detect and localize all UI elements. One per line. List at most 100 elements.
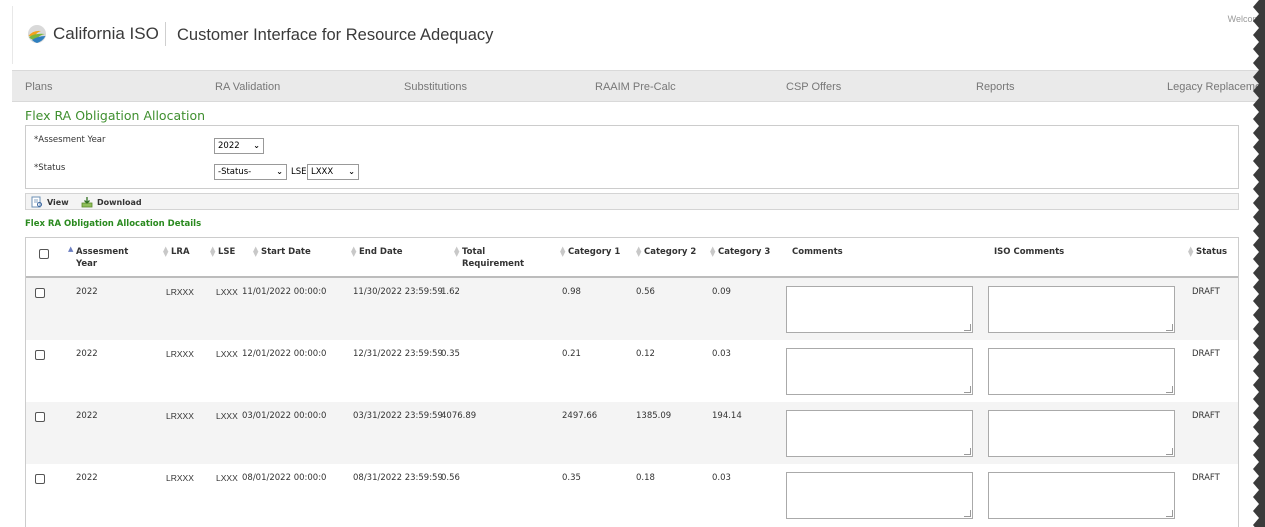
header-lra[interactable]: ▲ ▼ LRA <box>163 246 190 258</box>
header-comments: Comments <box>792 247 843 257</box>
header-text: Category 2 <box>644 247 697 257</box>
cell-start: 12/01/2022 00:00:0 <box>242 349 327 359</box>
header-total-requirement[interactable]: ▲ ▼ Total Requirement <box>454 246 524 270</box>
table-header: ▲ Assesment Year ▲ ▼ LRA ▲ ▼ LSE ▲ ▼ Start … <box>26 238 1238 278</box>
download-button[interactable]: Download <box>81 196 142 208</box>
cell-cat2: 0.18 <box>636 473 655 483</box>
lse-label: LSE <box>291 167 307 177</box>
header-divider <box>165 22 166 46</box>
view-button[interactable]: View <box>31 196 69 208</box>
cell-cat1: 0.98 <box>562 287 581 297</box>
nav-item-reports[interactable]: Reports <box>976 81 1015 93</box>
cell-end: 11/30/2022 23:59:59 <box>353 287 443 297</box>
cell-year: 2022 <box>76 411 98 421</box>
view-document-icon <box>31 196 42 208</box>
cell-cat1: 0.35 <box>562 473 581 483</box>
status-label: *Status <box>34 163 66 173</box>
cell-start: 08/01/2022 00:00:0 <box>242 473 327 483</box>
table-row: 2022 LRXXX LXXX 03/01/2022 00:00:0 03/31/202… <box>26 402 1238 464</box>
header-text: Start Date <box>261 247 311 257</box>
cell-cat3: 0.03 <box>712 473 731 483</box>
row-checkbox[interactable] <box>35 350 45 360</box>
header-category-3[interactable]: ▲ ▼ Category 3 <box>710 246 770 258</box>
cell-end: 12/31/2022 23:59:59 <box>353 349 443 359</box>
table-row: 2022 LRXXX LXXX 12/01/2022 00:00:0 12/31/202… <box>26 340 1238 402</box>
nav-item-substitutions[interactable]: Substitutions <box>404 81 467 93</box>
nav-item-ra-validation[interactable]: RA Validation <box>215 81 280 93</box>
cell-cat2: 0.12 <box>636 349 655 359</box>
header-category-2[interactable]: ▲ ▼ Category 2 <box>636 246 697 258</box>
logo-text: California ISO <box>53 24 159 43</box>
sort-icon: ▲ ▼ <box>560 245 566 258</box>
cell-start: 11/01/2022 00:00:0 <box>242 287 327 297</box>
header-text: Total <box>462 247 486 257</box>
sort-icon: ▲ ▼ <box>636 245 642 258</box>
iso-comments-textarea[interactable] <box>988 472 1175 519</box>
comments-textarea[interactable] <box>786 286 973 333</box>
header-lse[interactable]: ▲ ▼ LSE <box>210 246 236 258</box>
comments-textarea[interactable] <box>786 472 973 519</box>
row-checkbox[interactable] <box>35 412 45 422</box>
nav-item-plans[interactable]: Plans <box>25 81 53 93</box>
cell-lse: LXXX <box>216 287 238 297</box>
header-text: Year <box>76 259 98 269</box>
nav-item-csp-offers[interactable]: CSP Offers <box>786 81 841 93</box>
cell-start: 03/01/2022 00:00:0 <box>242 411 327 421</box>
sort-icon: ▲ ▼ <box>210 245 216 258</box>
cell-lra: LRXXX <box>166 411 194 421</box>
header-assesment-year[interactable]: ▲ Assesment Year <box>68 246 128 270</box>
cell-cat2: 0.56 <box>636 287 655 297</box>
cell-lse: LXXX <box>216 411 238 421</box>
section-title: Flex RA Obligation Allocation Details <box>25 219 202 229</box>
iso-comments-textarea[interactable] <box>988 410 1175 457</box>
cell-year: 2022 <box>76 287 98 297</box>
row-checkbox[interactable] <box>35 474 45 484</box>
app-title: Customer Interface for Resource Adequacy <box>177 26 494 44</box>
cell-cat2: 1385.09 <box>636 411 672 421</box>
header-text: LRA <box>171 247 190 257</box>
sort-asc-icon: ▲ <box>68 245 74 253</box>
header-end-date[interactable]: ▲ ▼ End Date <box>351 246 403 258</box>
comments-textarea[interactable] <box>786 348 973 395</box>
california-iso-logo-icon <box>28 25 46 43</box>
allocation-table: ▲ Assesment Year ▲ ▼ LRA ▲ ▼ LSE ▲ ▼ Start … <box>25 237 1239 527</box>
lse-select[interactable]: LXXX ⌄ <box>307 164 359 180</box>
sort-icon: ▲ ▼ <box>710 245 716 258</box>
table-row: 2022 LRXXX LXXX 11/01/2022 00:00:0 11/30/202… <box>26 278 1238 340</box>
cell-status: DRAFT <box>1192 287 1220 297</box>
cell-total: 1.62 <box>441 287 460 297</box>
logo[interactable]: California ISO <box>27 24 159 44</box>
iso-comments-textarea[interactable] <box>988 286 1175 333</box>
sort-icon: ▲ ▼ <box>253 245 259 258</box>
sort-icon: ▲ ▼ <box>163 245 169 258</box>
status-select[interactable]: -Status- ⌄ <box>214 164 287 180</box>
nav-item-raaim-pre-calc[interactable]: RAAIM Pre-Calc <box>595 81 676 93</box>
header-start-date[interactable]: ▲ ▼ Start Date <box>253 246 311 258</box>
comments-textarea[interactable] <box>786 410 973 457</box>
cell-total: 0.35 <box>441 349 460 359</box>
sort-icon: ▲ ▼ <box>1188 245 1194 258</box>
cell-cat3: 194.14 <box>712 411 742 421</box>
cell-cat1: 2497.66 <box>562 411 598 421</box>
header-category-1[interactable]: ▲ ▼ Category 1 <box>560 246 621 258</box>
lse-select-value: LXXX <box>311 167 334 177</box>
cell-lra: LRXXX <box>166 287 194 297</box>
sort-icon: ▲ ▼ <box>454 245 460 258</box>
cell-end: 08/31/2022 23:59:59 <box>353 473 443 483</box>
cell-cat3: 0.03 <box>712 349 731 359</box>
chevron-down-icon: ⌄ <box>348 167 355 176</box>
header-text: LSE <box>218 247 236 257</box>
cell-total: 0.56 <box>441 473 460 483</box>
select-all-checkbox[interactable] <box>39 249 49 259</box>
cell-status: DRAFT <box>1192 411 1220 421</box>
chevron-down-icon: ⌄ <box>276 167 283 176</box>
cell-year: 2022 <box>76 349 98 359</box>
year-select[interactable]: 2022 ⌄ <box>214 138 264 154</box>
row-checkbox[interactable] <box>35 288 45 298</box>
cell-lra: LRXXX <box>166 473 194 483</box>
header-text: Category 1 <box>568 247 621 257</box>
iso-comments-textarea[interactable] <box>988 348 1175 395</box>
cell-year: 2022 <box>76 473 98 483</box>
header-iso-comments: ISO Comments <box>994 247 1065 257</box>
header-status[interactable]: ▲ ▼ Status <box>1188 246 1227 258</box>
